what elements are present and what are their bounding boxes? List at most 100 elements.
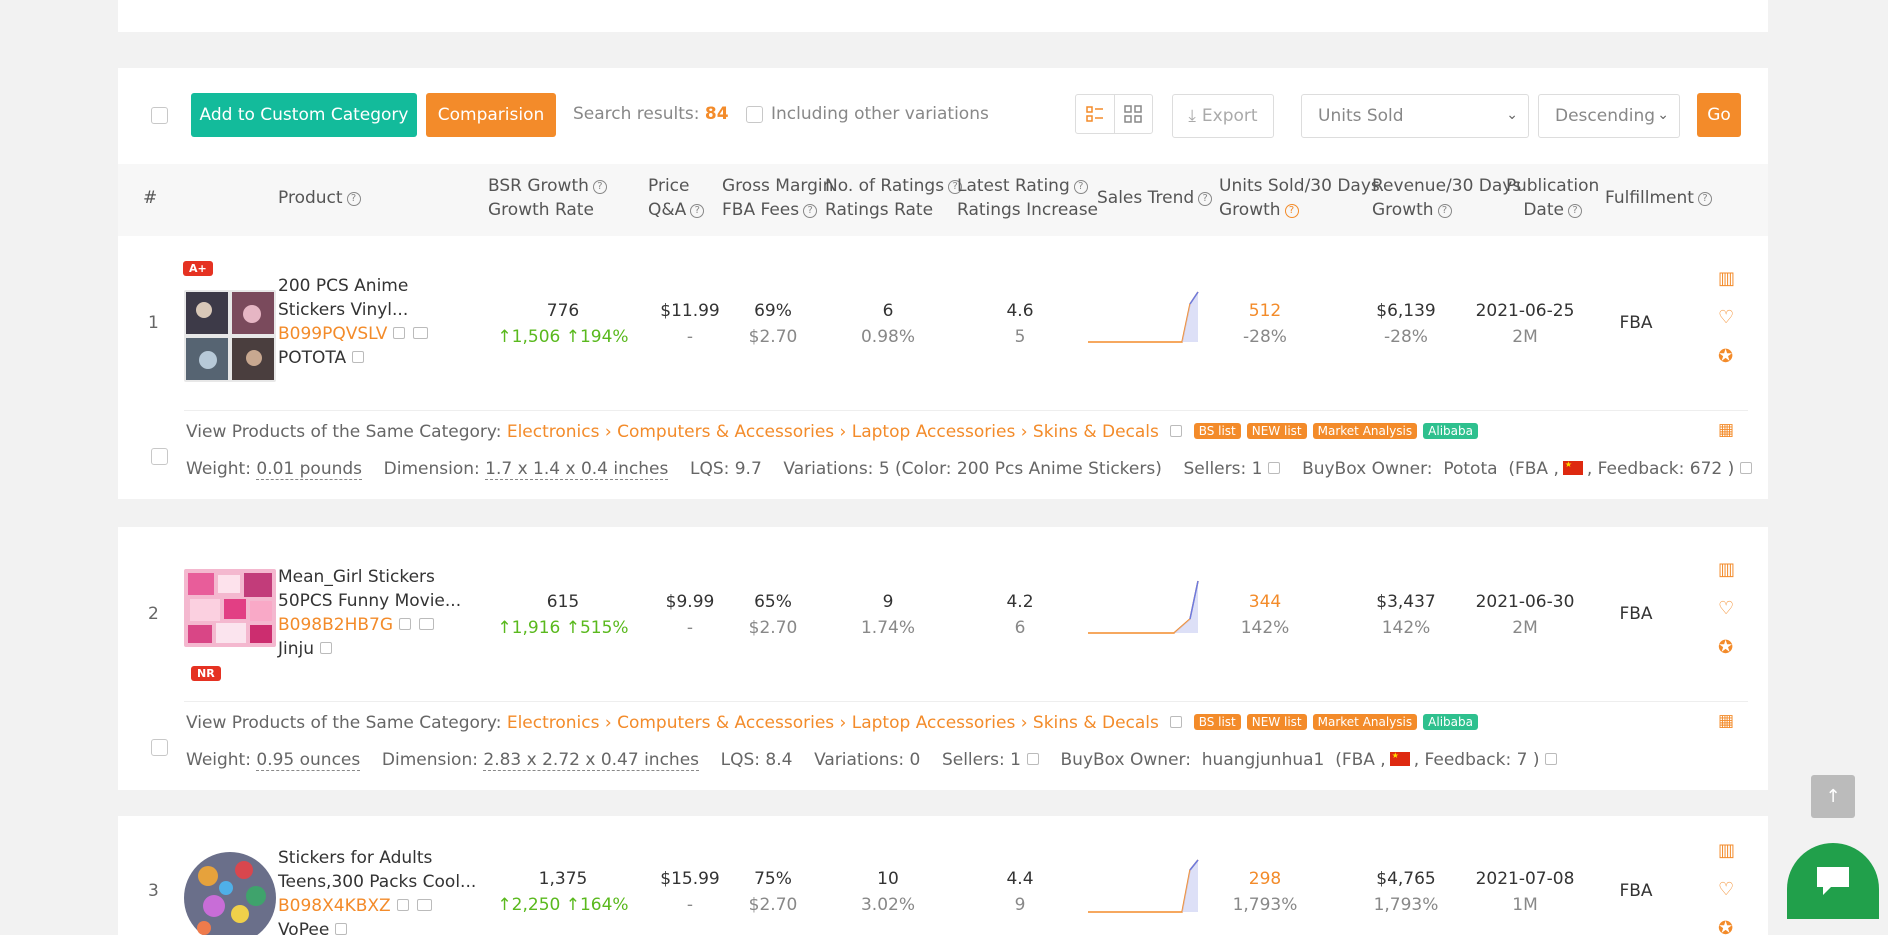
go-button[interactable]: Go [1697, 93, 1741, 137]
market-analysis-tag[interactable]: Market Analysis [1312, 714, 1418, 730]
col-units-sold[interactable]: Units Sold/30 Days Growth? [1219, 174, 1380, 222]
sort-order-select[interactable]: Descending ⌄ [1538, 94, 1680, 138]
lifebuoy-icon[interactable]: ✪ [1718, 637, 1735, 658]
china-flag-icon [1389, 752, 1410, 766]
heart-icon[interactable]: ♡ [1718, 307, 1735, 346]
list-view-button[interactable] [1076, 95, 1114, 133]
bar-chart-icon[interactable]: ▥ [1718, 559, 1735, 598]
external-link-icon[interactable] [1740, 462, 1753, 474]
brand-name[interactable]: POTOTA [278, 348, 346, 368]
buybox-owner: Potota [1443, 459, 1498, 479]
rating-value: 4.2 [1006, 592, 1034, 612]
brand-name[interactable]: Jinju [278, 639, 314, 659]
calculator-icon[interactable]: ▦ [1718, 420, 1734, 440]
publication-cell: 2021-06-25 2M [1460, 298, 1590, 350]
help-icon[interactable]: ? [1567, 204, 1582, 218]
chat-button[interactable] [1787, 843, 1879, 919]
help-icon[interactable]: ? [690, 204, 705, 218]
help-icon[interactable]: ? [1697, 192, 1712, 206]
external-link-icon[interactable] [1170, 425, 1183, 437]
sales-trend-chart[interactable] [1086, 856, 1204, 918]
dimension-label: Dimension: [381, 750, 478, 770]
external-link-icon[interactable] [1545, 753, 1558, 765]
col-ratings-label: No. of Ratings [825, 176, 945, 196]
product-thumbnail[interactable] [184, 569, 276, 647]
product-title[interactable]: Mean_Girl Stickers [278, 565, 478, 589]
margin-value: 65% [754, 592, 792, 612]
product-title[interactable]: 200 PCS Anime [278, 274, 478, 298]
help-icon[interactable]: ? [1073, 180, 1088, 194]
brand-name[interactable]: VoPee [278, 920, 329, 935]
asin-link[interactable]: B098B2HB7G [278, 615, 393, 635]
china-flag-icon [1562, 461, 1583, 475]
export-button[interactable]: ⤓ Export [1172, 94, 1274, 138]
select-all-checkbox[interactable] [151, 107, 168, 124]
alibaba-tag[interactable]: Alibaba [1423, 423, 1478, 439]
heart-icon[interactable]: ♡ [1718, 598, 1735, 637]
external-link-icon[interactable] [352, 351, 365, 363]
listing-age: 2M [1512, 327, 1538, 347]
comment-icon[interactable] [413, 327, 429, 339]
comment-icon[interactable] [416, 899, 432, 911]
product-title-continued[interactable]: Teens,300 Packs Cool... [278, 870, 478, 894]
lifebuoy-icon[interactable]: ✪ [1718, 918, 1735, 935]
col-product: Product? [278, 186, 361, 210]
row-checkbox[interactable] [151, 448, 168, 465]
ratings-value: 10 [877, 869, 899, 889]
help-icon[interactable]: ? [1284, 204, 1299, 218]
product-title[interactable]: Stickers for Adults [278, 846, 478, 870]
market-analysis-tag[interactable]: Market Analysis [1312, 423, 1418, 439]
help-icon[interactable]: ? [592, 180, 607, 194]
help-icon[interactable]: ? [1437, 204, 1452, 218]
comment-icon[interactable] [419, 618, 435, 630]
external-link-icon[interactable] [1170, 716, 1183, 728]
ratings-rate-value: 1.74% [860, 618, 915, 638]
include-variations-checkbox[interactable] [746, 106, 763, 123]
external-link-icon[interactable] [393, 327, 406, 339]
help-icon[interactable]: ? [1198, 192, 1213, 206]
help-icon[interactable]: ? [346, 192, 361, 206]
category-path-link[interactable]: Electronics › Computers & Accessories › … [507, 713, 1159, 733]
bar-chart-icon[interactable]: ▥ [1718, 840, 1735, 879]
margin-value: 69% [754, 301, 792, 321]
col-revenue: Revenue/30 Days Growth? [1372, 174, 1521, 222]
external-link-icon[interactable] [1268, 462, 1281, 474]
scroll-to-top-button[interactable]: ↑ [1811, 775, 1888, 818]
help-icon[interactable]: ? [803, 204, 818, 218]
sort-field-value: Units Sold [1318, 106, 1404, 126]
publication-date: 2021-07-08 [1475, 869, 1575, 889]
variations-value: Variations: 5 (Color: 200 Pcs Anime Stic… [783, 459, 1162, 479]
product-thumbnail[interactable] [184, 290, 276, 382]
alibaba-tag[interactable]: Alibaba [1423, 714, 1478, 730]
row-checkbox[interactable] [151, 739, 168, 756]
product-info: Mean_Girl Stickers 50PCS Funny Movie... … [278, 565, 478, 661]
asin-link[interactable]: B099PQVSLV [278, 324, 387, 344]
new-list-tag[interactable]: NEW list [1246, 714, 1307, 730]
grid-view-button[interactable] [1113, 95, 1153, 133]
col-ratings-increase-label: Ratings Increase [957, 200, 1099, 220]
sort-field-select[interactable]: Units Sold ⌄ [1301, 94, 1529, 138]
bar-chart-icon[interactable]: ▥ [1718, 268, 1735, 307]
asin-link[interactable]: B098X4KBXZ [278, 896, 391, 916]
calculator-icon[interactable]: ▦ [1718, 711, 1734, 731]
sales-trend-chart[interactable] [1086, 577, 1204, 639]
fba-value: $2.70 [748, 895, 798, 915]
bs-list-tag[interactable]: BS list [1193, 714, 1241, 730]
external-link-icon[interactable] [320, 642, 333, 654]
heart-icon[interactable]: ♡ [1718, 879, 1735, 918]
product-title-continued[interactable]: 50PCS Funny Movie... [278, 589, 478, 613]
external-link-icon[interactable] [399, 618, 412, 630]
comparison-button[interactable]: Comparision [426, 93, 556, 137]
new-list-tag[interactable]: NEW list [1246, 423, 1307, 439]
bs-list-tag[interactable]: BS list [1193, 423, 1241, 439]
product-title-continued[interactable]: Stickers Vinyl... [278, 298, 478, 322]
view-toggle [1075, 94, 1153, 134]
external-link-icon[interactable] [396, 899, 409, 911]
add-to-custom-category-button[interactable]: Add to Custom Category [191, 93, 417, 137]
external-link-icon[interactable] [335, 923, 348, 935]
lifebuoy-icon[interactable]: ✪ [1718, 346, 1735, 367]
external-link-icon[interactable] [1026, 753, 1039, 765]
product-thumbnail[interactable] [184, 852, 276, 935]
category-path-link[interactable]: Electronics › Computers & Accessories › … [507, 422, 1159, 442]
sales-trend-chart[interactable] [1086, 286, 1204, 348]
